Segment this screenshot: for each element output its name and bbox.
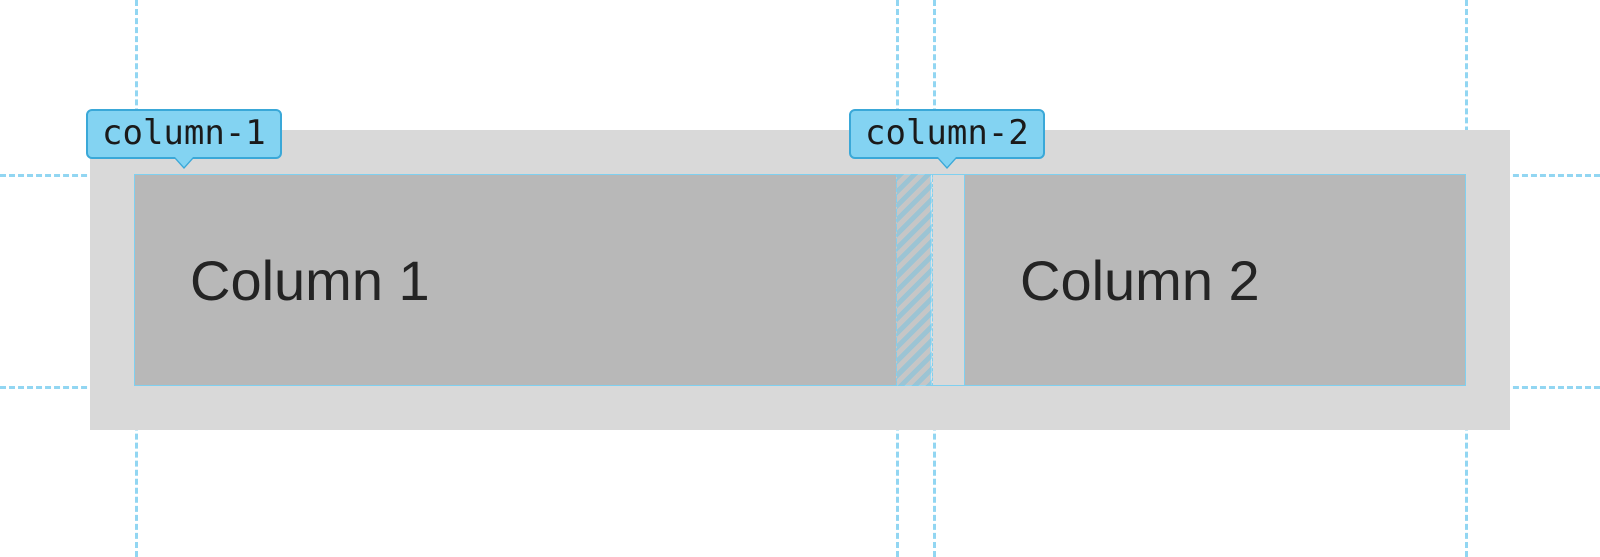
grid: Column 1 Column 2 (135, 175, 1465, 385)
column-2: Column 2 (965, 175, 1465, 385)
column-1-label-tag: column-1 (86, 109, 282, 159)
column-1-label-text: column-1 (102, 113, 266, 153)
column-2-text: Column 2 (1020, 248, 1260, 313)
column-1-text: Column 1 (190, 248, 430, 313)
column-1: Column 1 (135, 175, 930, 385)
grid-container: Column 1 Column 2 (90, 130, 1510, 430)
column-2-label-tag: column-2 (849, 109, 1045, 159)
column-2-label-text: column-2 (865, 113, 1029, 153)
